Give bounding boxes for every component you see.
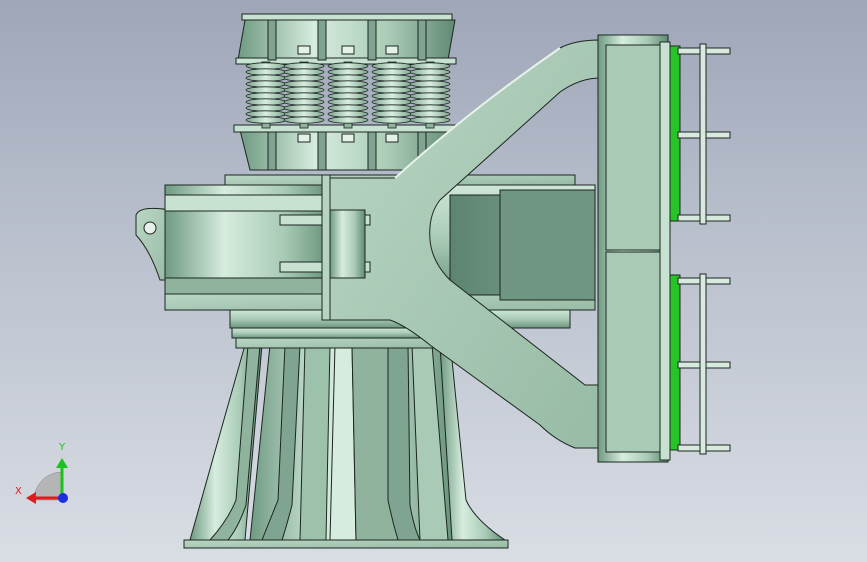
coordinate-triad[interactable] xyxy=(26,458,68,504)
spring-coil xyxy=(327,62,369,70)
spring-coil xyxy=(283,86,325,94)
spring-coil xyxy=(245,92,287,100)
spring-coil xyxy=(283,80,325,88)
spring-coil xyxy=(245,74,287,82)
spring-coil xyxy=(245,62,287,70)
spring-coil xyxy=(371,68,413,76)
spring-coil xyxy=(371,110,413,118)
y-axis-label: Y xyxy=(59,442,66,453)
y-axis-head xyxy=(56,458,68,468)
spring-coil xyxy=(409,92,451,100)
spring-coil xyxy=(371,98,413,106)
coil-springs xyxy=(245,61,451,129)
spring-coil xyxy=(327,80,369,88)
spring-coil xyxy=(245,116,287,124)
spring-coil xyxy=(327,86,369,94)
x-axis-head xyxy=(26,492,36,504)
spring-coil xyxy=(371,80,413,88)
spring-coil xyxy=(245,86,287,94)
spring-coil xyxy=(283,104,325,112)
spring-coil xyxy=(245,98,287,106)
spring-coil xyxy=(409,62,451,70)
spring-coil xyxy=(327,68,369,76)
spring-coil xyxy=(409,86,451,94)
cad-model-view[interactable] xyxy=(0,0,867,562)
spring-coil xyxy=(371,92,413,100)
spring-coil xyxy=(283,92,325,100)
spring-coil xyxy=(245,104,287,112)
spring-coil xyxy=(371,116,413,124)
spring-coil xyxy=(283,74,325,82)
spring-coil xyxy=(371,86,413,94)
spring-coil xyxy=(371,62,413,70)
spring-coil xyxy=(409,98,451,106)
spring-coil xyxy=(245,110,287,118)
spring-coil xyxy=(327,104,369,112)
spring-coil xyxy=(327,74,369,82)
green-pads xyxy=(669,45,681,451)
spring-coil xyxy=(327,110,369,118)
spring-coil xyxy=(283,98,325,106)
spring-coil xyxy=(409,68,451,76)
spring-coil xyxy=(245,68,287,76)
spring-coil xyxy=(327,92,369,100)
spring-coil xyxy=(283,116,325,124)
spring-coil xyxy=(409,74,451,82)
graphics-viewport[interactable]: X Y xyxy=(0,0,867,562)
spring-coil xyxy=(283,62,325,70)
x-axis-label: X xyxy=(15,486,22,497)
mounting-plate xyxy=(597,34,671,463)
mounting-bolts xyxy=(677,43,731,455)
spring-coil xyxy=(283,110,325,118)
spring-coil xyxy=(409,104,451,112)
spring-coil xyxy=(283,68,325,76)
spring-coil xyxy=(409,116,451,124)
spring-coil xyxy=(327,116,369,124)
spring-coil xyxy=(409,110,451,118)
spring-coil xyxy=(245,80,287,88)
z-axis-dot xyxy=(58,493,68,503)
spring-coil xyxy=(409,80,451,88)
spring-coil xyxy=(371,74,413,82)
spring-coil xyxy=(327,98,369,106)
spring-coil xyxy=(371,104,413,112)
